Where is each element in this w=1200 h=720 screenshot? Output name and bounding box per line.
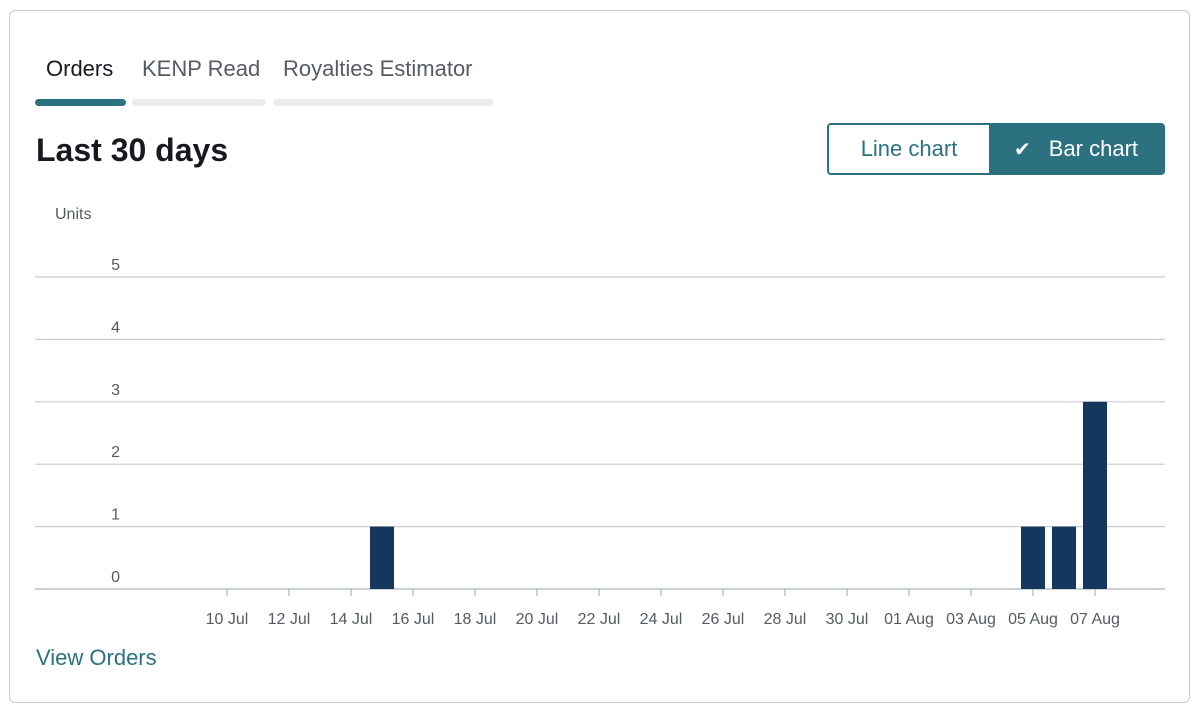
x-tick-label: 18 Jul (454, 611, 497, 628)
y-tick-label: 0 (111, 569, 120, 586)
x-tick-label: 30 Jul (826, 611, 869, 628)
y-tick-label: 3 (111, 382, 120, 399)
y-tick-label: 2 (111, 444, 120, 461)
bar-15-jul (370, 526, 394, 589)
x-tick-label: 12 Jul (268, 611, 311, 628)
x-tick-label: 22 Jul (578, 611, 621, 628)
x-tick-label: 16 Jul (392, 611, 435, 628)
x-tick-label: 14 Jul (330, 611, 373, 628)
x-tick-label: 26 Jul (702, 611, 745, 628)
x-tick-label: 01 Aug (884, 611, 934, 628)
y-tick-label: 1 (111, 507, 120, 524)
x-tick-label: 07 Aug (1070, 611, 1120, 628)
x-tick-label: 28 Jul (764, 611, 807, 628)
y-tick-label: 5 (111, 257, 120, 274)
bar-06-aug (1052, 526, 1076, 589)
x-tick-label: 24 Jul (640, 611, 683, 628)
y-axis-label: Units (55, 206, 91, 223)
x-tick-label: 10 Jul (206, 611, 249, 628)
bar-05-aug (1021, 526, 1045, 589)
view-orders-link[interactable]: View Orders (36, 645, 157, 671)
x-tick-label: 20 Jul (516, 611, 559, 628)
bar-07-aug (1083, 401, 1107, 589)
x-tick-label: 03 Aug (946, 611, 996, 628)
orders-bar-chart: Units 0 1 2 3 4 5 10 Jul 12 Jul 14 Jul 16 Jul 18 Ju… (35, 206, 1165, 628)
x-tick-label: 05 Aug (1008, 611, 1058, 628)
y-tick-label: 4 (111, 319, 120, 336)
